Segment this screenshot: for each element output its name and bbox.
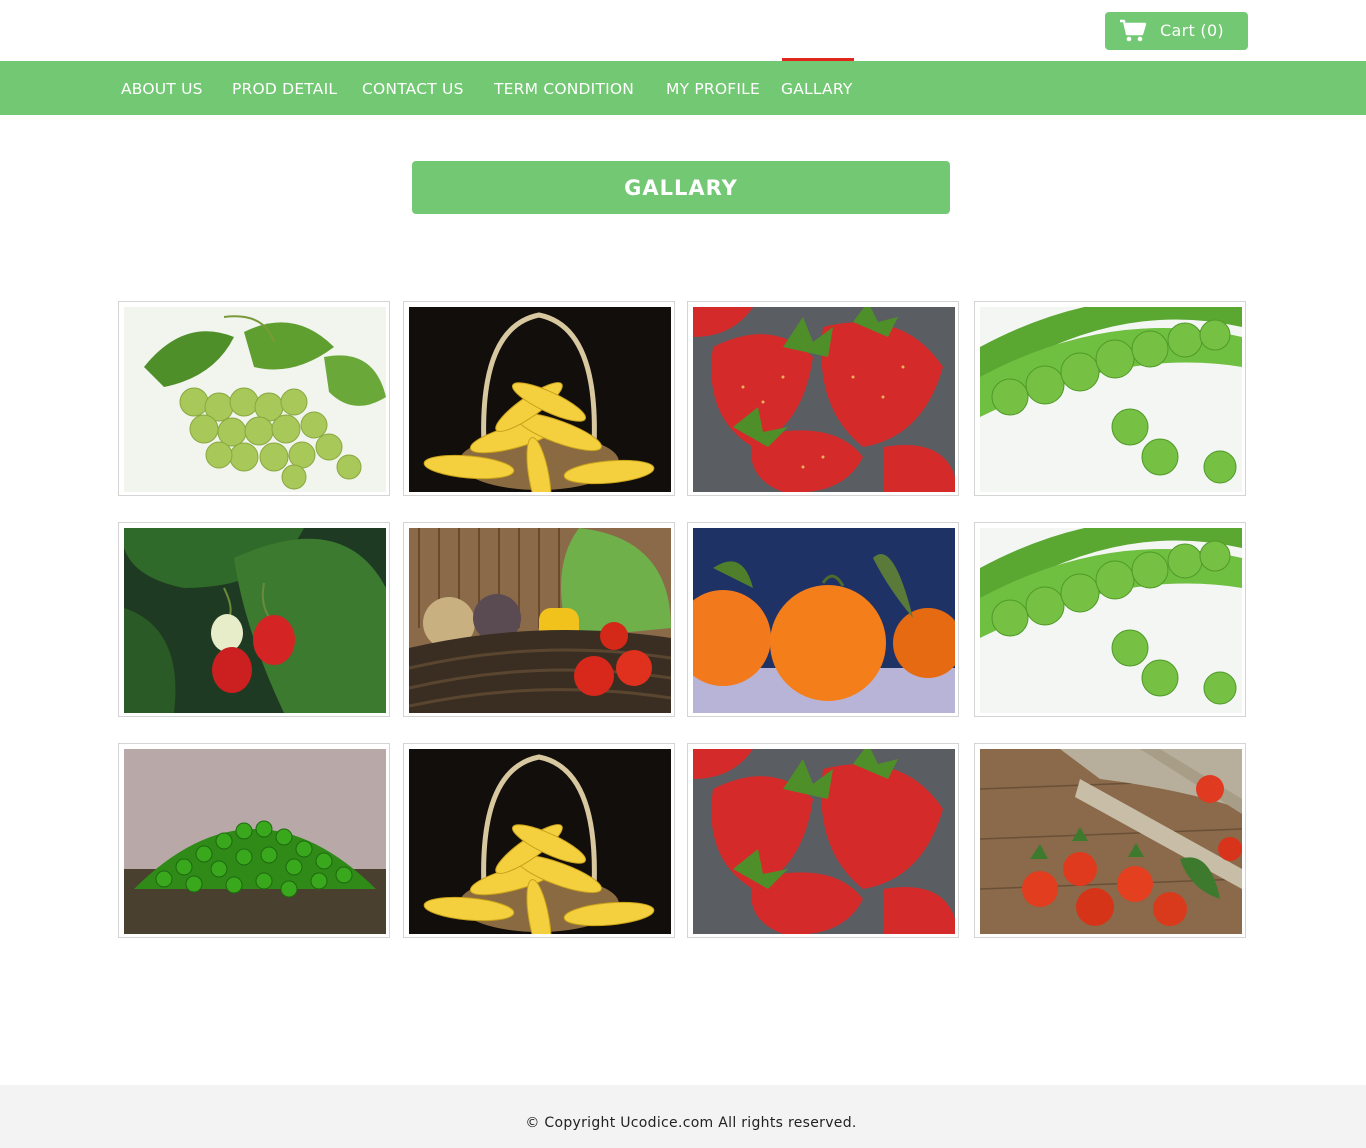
- corn-basket-image: [409, 307, 671, 492]
- peas-pod-image: [980, 528, 1242, 713]
- page-title: GALLARY: [412, 161, 950, 214]
- gallery-thumb-grapes[interactable]: [118, 301, 390, 496]
- strawberries-image: [693, 749, 955, 934]
- green-peas-pile-image: [124, 749, 386, 934]
- peas-pod-image: [980, 307, 1242, 492]
- nav-item-gallary[interactable]: GALLARY: [781, 61, 853, 115]
- gallery-thumb-peas-pod-2[interactable]: [974, 522, 1246, 717]
- gallery-thumb-strawberries-2[interactable]: [687, 743, 959, 938]
- footer: © Copyright Ucodice.com All rights reser…: [0, 1085, 1366, 1148]
- grapes-image: [124, 307, 386, 492]
- nav-item-about-us[interactable]: ABOUT US: [121, 61, 203, 115]
- top-header: Cart (0): [0, 0, 1366, 61]
- tomatoes-crate-image: [980, 749, 1242, 934]
- gallery-thumb-vegetable-basket[interactable]: [403, 522, 675, 717]
- nav-item-term-condition[interactable]: TERM CONDITION: [494, 61, 634, 115]
- gallery-thumb-corn[interactable]: [403, 301, 675, 496]
- nav-active-indicator: [782, 58, 854, 61]
- gallery-thumb-green-peas-pile[interactable]: [118, 743, 390, 938]
- nav-item-contact-us[interactable]: CONTACT US: [362, 61, 464, 115]
- nav-item-my-profile[interactable]: MY PROFILE: [666, 61, 760, 115]
- gallery-thumb-tomatoes[interactable]: [974, 743, 1246, 938]
- strawberry-plant-image: [124, 528, 386, 713]
- copyright-text: © Copyright Ucodice.com All rights reser…: [525, 1115, 857, 1131]
- tangerines-image: [693, 528, 955, 713]
- nav-item-prod-detail[interactable]: PROD DETAIL: [232, 61, 337, 115]
- main-nav: ABOUT US PROD DETAIL CONTACT US TERM CON…: [0, 61, 1366, 115]
- gallery-thumb-tangerines[interactable]: [687, 522, 959, 717]
- corn-basket-image: [409, 749, 671, 934]
- gallery-thumb-peas-pod[interactable]: [974, 301, 1246, 496]
- shopping-cart-icon: [1120, 19, 1147, 42]
- gallery-thumb-corn-2[interactable]: [403, 743, 675, 938]
- cart-label: Cart (0): [1160, 21, 1224, 40]
- cart-button[interactable]: Cart (0): [1105, 12, 1248, 50]
- strawberries-image: [693, 307, 955, 492]
- gallery-thumb-strawberry-plant[interactable]: [118, 522, 390, 717]
- vegetable-basket-image: [409, 528, 671, 713]
- gallery-thumb-strawberries[interactable]: [687, 301, 959, 496]
